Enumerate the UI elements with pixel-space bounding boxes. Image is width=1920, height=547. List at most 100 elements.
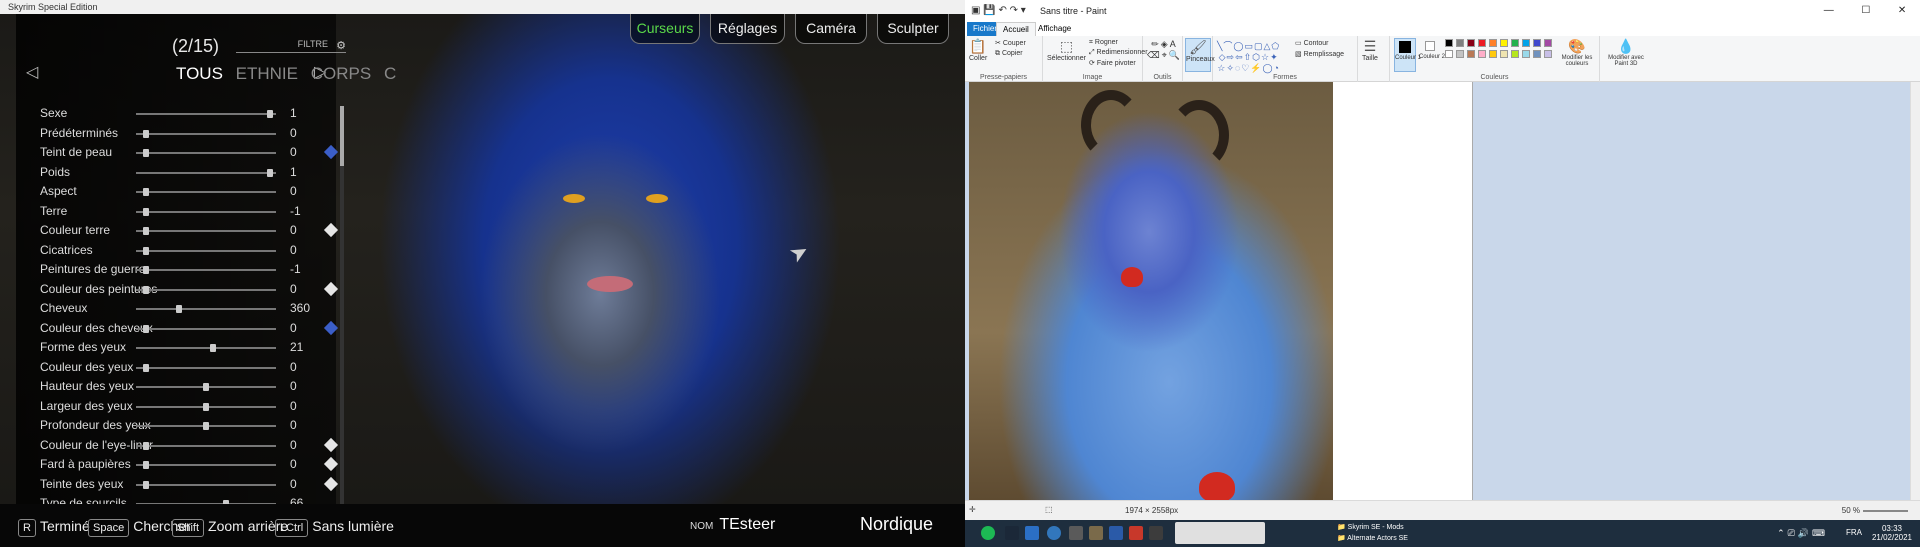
resize-button[interactable]: ⤢ Redimensionner xyxy=(1089,49,1148,57)
slider-row[interactable]: Terre -1 xyxy=(38,202,338,222)
outline-button[interactable]: ▭ Contour xyxy=(1295,39,1328,47)
slider-knob[interactable] xyxy=(203,402,209,411)
slider-track[interactable] xyxy=(136,402,276,411)
slider-row[interactable]: Couleur de l'eye-liner 0 xyxy=(38,436,339,456)
slider-knob[interactable] xyxy=(142,149,149,157)
tab-camera[interactable]: Caméra xyxy=(795,14,867,44)
tab-affichage[interactable]: Affichage xyxy=(1032,22,1077,36)
hint-done[interactable]: R Terminé xyxy=(18,518,90,537)
slider-row[interactable]: Couleur terre 0 xyxy=(38,221,339,241)
slider-track[interactable] xyxy=(136,324,276,333)
slider-row[interactable]: Couleur des yeux 0 xyxy=(38,358,338,378)
app-icon-5[interactable] xyxy=(1149,526,1163,540)
tab-reglages[interactable]: Réglages xyxy=(710,14,785,44)
slider-knob[interactable] xyxy=(142,461,149,469)
palette-swatch[interactable] xyxy=(1533,50,1541,58)
size-button[interactable]: ☰ Taille xyxy=(1362,38,1378,62)
palette-swatch[interactable] xyxy=(1445,50,1453,58)
spotify-icon[interactable] xyxy=(981,526,995,540)
edit-colors-button[interactable]: 🎨 Modifier les couleurs xyxy=(1558,38,1596,67)
tab-sculpter[interactable]: Sculpter xyxy=(877,14,949,44)
palette-swatch[interactable] xyxy=(1544,39,1552,47)
tab-accueil[interactable]: Accueil xyxy=(996,22,1036,36)
taskbar-folder-group[interactable]: 📁 Skyrim SE - Mods 📁 Alternate Actors SE xyxy=(1337,522,1437,545)
slider-track[interactable] xyxy=(136,441,276,450)
slider-track[interactable] xyxy=(136,149,276,157)
slider-track[interactable] xyxy=(136,480,276,489)
canvas-area[interactable] xyxy=(965,82,1910,502)
slider-row[interactable]: Poids 1 xyxy=(38,163,338,183)
app-icon-2[interactable] xyxy=(1089,526,1103,540)
slider-track[interactable] xyxy=(136,461,276,469)
slider-knob[interactable] xyxy=(203,422,209,430)
slider-knob[interactable] xyxy=(142,129,149,138)
paint-taskbar-preview[interactable] xyxy=(1175,522,1265,544)
slider-row[interactable]: Largeur des yeux 0 xyxy=(38,397,338,417)
slider-row[interactable]: Peintures de guerre -1 xyxy=(38,260,338,280)
palette-swatch[interactable] xyxy=(1478,50,1486,58)
slider-row[interactable]: Profondeur des yeux 0 xyxy=(38,416,338,436)
palette-swatch[interactable] xyxy=(1544,50,1552,58)
slider-scrollbar-thumb[interactable] xyxy=(340,106,344,166)
slider-knob[interactable] xyxy=(142,266,149,274)
slider-row[interactable]: Aspect 0 xyxy=(38,182,338,202)
quick-access-icons[interactable]: ▣ 💾 ↶ ↷ ▾ xyxy=(971,0,1026,22)
category-ethnie[interactable]: ETHNIE xyxy=(236,64,298,83)
slider-track[interactable] xyxy=(136,227,276,235)
palette-swatch[interactable] xyxy=(1500,50,1508,58)
app-icon-1[interactable] xyxy=(1069,526,1083,540)
prev-category-arrow-icon[interactable]: ◁ xyxy=(26,62,38,82)
fill-button[interactable]: ▧ Remplissage xyxy=(1295,50,1344,58)
slider-track[interactable] xyxy=(136,110,276,118)
palette-swatch[interactable] xyxy=(1467,50,1475,58)
slider-row[interactable]: Hauteur des yeux 0 xyxy=(38,377,338,397)
slider-row[interactable]: Sexe 1 xyxy=(38,104,338,124)
palette-swatch[interactable] xyxy=(1456,50,1464,58)
palette-swatch[interactable] xyxy=(1511,39,1519,47)
brushes-button[interactable]: 🖌 Pinceaux xyxy=(1185,38,1215,72)
slider-knob[interactable] xyxy=(142,246,149,255)
palette-swatch[interactable] xyxy=(1489,50,1497,58)
slider-row[interactable]: Prédéterminés 0 xyxy=(38,124,338,144)
palette-swatch[interactable] xyxy=(1445,39,1453,47)
shape-gallery[interactable]: ╲⌒◯▭▢△⬠ ◇⇨⇦⇧⬡☆✦ ☆✧◌♡⚡◯◔ xyxy=(1217,39,1280,74)
system-tray-icons[interactable]: ⌃⎚🔊⌨ xyxy=(1777,528,1828,539)
close-button[interactable]: ✕ xyxy=(1898,0,1906,22)
slider-track[interactable] xyxy=(136,285,276,294)
slider-knob[interactable] xyxy=(209,344,216,352)
app-icon-4[interactable] xyxy=(1129,526,1143,540)
hint-no-light[interactable]: LCtrl Sans lumière xyxy=(275,518,394,537)
edge-icon[interactable] xyxy=(1047,526,1061,540)
slider-track[interactable] xyxy=(136,363,276,372)
slider-knob[interactable] xyxy=(176,305,183,313)
palette-swatch[interactable] xyxy=(1500,39,1508,47)
slider-track[interactable] xyxy=(136,207,276,216)
app-icon-3[interactable] xyxy=(1109,526,1123,540)
copy-button[interactable]: ⧉ Copier xyxy=(995,50,1023,58)
palette-swatch[interactable] xyxy=(1456,39,1464,47)
slider-knob[interactable] xyxy=(267,110,274,118)
slider-knob[interactable] xyxy=(203,383,209,391)
character-name[interactable]: NOM TEsteer xyxy=(690,516,775,534)
slider-row[interactable]: Cicatrices 0 xyxy=(38,241,338,261)
palette-swatch[interactable] xyxy=(1489,39,1497,47)
slider-knob[interactable] xyxy=(267,168,274,177)
palette-swatch[interactable] xyxy=(1522,39,1530,47)
slider-scrollbar[interactable] xyxy=(340,106,344,506)
rotate-button[interactable]: ⟳ Faire pivoter xyxy=(1089,59,1136,67)
pasted-image[interactable] xyxy=(969,82,1333,502)
steam-icon[interactable] xyxy=(1005,526,1019,540)
zoom-slider[interactable] xyxy=(1863,510,1908,512)
category-corps[interactable]: CORPS xyxy=(311,64,371,83)
cut-button[interactable]: ✂ Couper xyxy=(995,39,1026,47)
slider-knob[interactable] xyxy=(142,207,149,216)
tool-icons[interactable]: ✏◈A ⌫⌖🔍 xyxy=(1147,39,1182,61)
category-tous[interactable]: TOUS xyxy=(176,64,223,83)
filter-input[interactable]: FILTRE ⚙ xyxy=(236,39,346,53)
slider-knob[interactable] xyxy=(142,363,149,372)
slider-track[interactable] xyxy=(136,344,276,352)
minimize-button[interactable]: — xyxy=(1824,0,1834,22)
palette-swatch[interactable] xyxy=(1511,50,1519,58)
select-button[interactable]: ⬚ Sélectionner xyxy=(1047,38,1086,62)
explorer-icon[interactable] xyxy=(1025,526,1039,540)
